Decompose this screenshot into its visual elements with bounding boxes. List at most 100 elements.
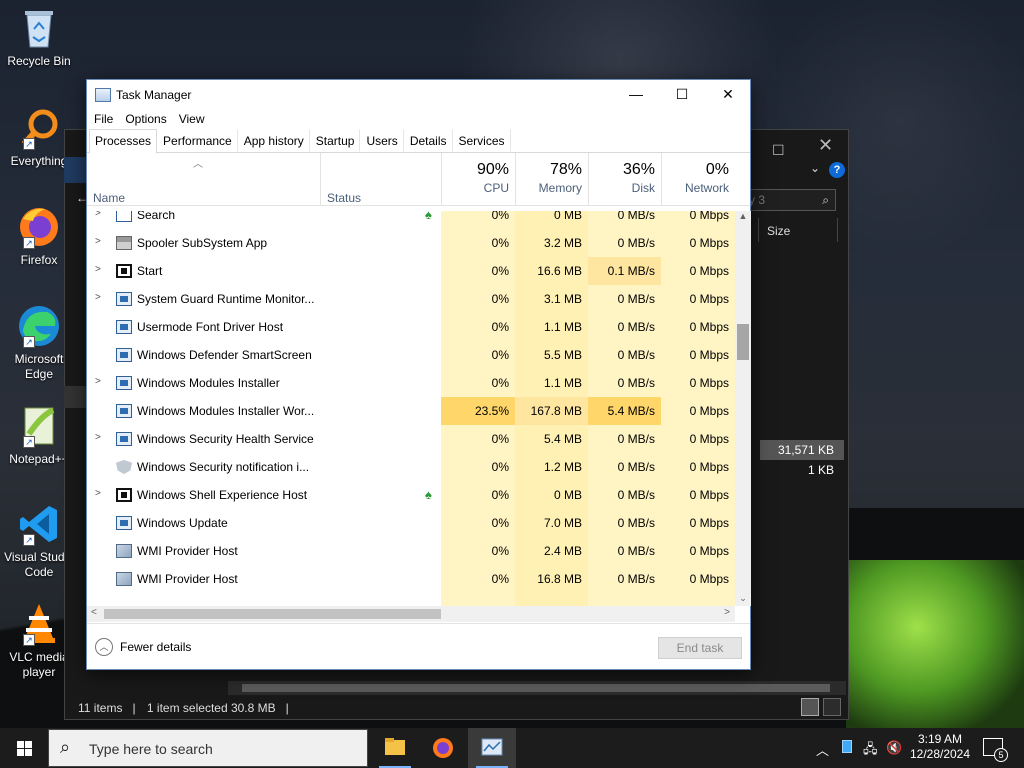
task-manager-footer: ︿ Fewer details End task bbox=[87, 623, 750, 670]
scroll-right-icon[interactable]: > bbox=[724, 607, 730, 618]
explorer-search-text: y 3 bbox=[749, 193, 766, 207]
task-manager-window[interactable]: Task Manager — ☐ ✕ File Options View Pro… bbox=[86, 79, 751, 670]
disk-cell: 0 MB/s bbox=[588, 369, 661, 397]
expand-chevron-icon[interactable]: > bbox=[95, 376, 101, 387]
start-button[interactable] bbox=[0, 728, 48, 768]
tab-performance[interactable]: Performance bbox=[157, 129, 238, 152]
column-memory[interactable]: 78% Memory bbox=[515, 153, 588, 206]
cpu-cell: 0% bbox=[441, 257, 515, 285]
desktop-icon-recycle-bin[interactable]: Recycle Bin bbox=[4, 6, 74, 69]
scrollbar-thumb[interactable] bbox=[104, 609, 441, 619]
tab-processes[interactable]: Processes bbox=[89, 129, 158, 154]
maximize-button[interactable]: ☐ bbox=[659, 80, 705, 109]
device-icon[interactable] bbox=[842, 740, 852, 753]
memory-cell: 16.8 MB bbox=[515, 565, 588, 593]
explorer-maximize-icon[interactable]: ☐ bbox=[772, 142, 785, 159]
table-row[interactable]: Windows Update 0% 7.0 MB 0 MB/s 0 Mbps bbox=[87, 509, 735, 537]
column-network[interactable]: 0% Network bbox=[661, 153, 735, 206]
expand-chevron-icon[interactable]: > bbox=[95, 292, 101, 303]
menu-file[interactable]: File bbox=[94, 112, 113, 126]
title-bar[interactable]: Task Manager — ☐ ✕ bbox=[87, 80, 750, 109]
table-row[interactable]: > Windows Security Health Service 0% 5.4… bbox=[87, 425, 735, 453]
tab-app-history[interactable]: App history bbox=[238, 129, 310, 152]
disk-cell: 0 MB/s bbox=[588, 509, 661, 537]
column-cpu[interactable]: 90% CPU bbox=[441, 153, 515, 206]
taskbar-task-manager[interactable] bbox=[468, 728, 516, 768]
network-cell: 0 Mbps bbox=[661, 425, 735, 453]
menu-options[interactable]: Options bbox=[125, 112, 166, 126]
explorer-size-cell[interactable]: 1 KB bbox=[760, 461, 844, 479]
scroll-up-icon[interactable]: ▲ bbox=[735, 211, 751, 221]
explorer-size-header[interactable]: Size bbox=[758, 218, 838, 242]
table-row[interactable]: Windows Modules Installer Wor... 23.5% 1… bbox=[87, 397, 735, 425]
column-divider bbox=[320, 153, 321, 206]
shell-host-icon bbox=[116, 488, 132, 502]
expand-chevron-icon[interactable]: > bbox=[95, 488, 101, 499]
help-icon[interactable]: ? bbox=[829, 162, 845, 178]
process-list[interactable]: > Search ♠ 0% 0 MB 0 MB/s 0 Mbps > Spool… bbox=[87, 211, 735, 606]
disk-cell: 0 MB/s bbox=[588, 537, 661, 565]
taskbar-firefox[interactable] bbox=[419, 728, 467, 768]
memory-cell: 16.6 MB bbox=[515, 257, 588, 285]
table-row[interactable]: Windows Security notification i... 0% 1.… bbox=[87, 453, 735, 481]
explorer-close-icon[interactable]: ✕ bbox=[818, 135, 833, 156]
table-row[interactable]: > Search ♠ 0% 0 MB 0 MB/s 0 Mbps bbox=[87, 211, 735, 229]
expand-chevron-icon[interactable]: > bbox=[95, 432, 101, 443]
horizontal-scrollbar[interactable]: < > bbox=[87, 606, 735, 622]
search-icon: ⌕ bbox=[60, 737, 71, 757]
table-row[interactable]: Windows Defender SmartScreen 0% 5.5 MB 0… bbox=[87, 341, 735, 369]
table-row[interactable]: > Windows Modules Installer 0% 1.1 MB 0 … bbox=[87, 369, 735, 397]
column-name[interactable]: Name bbox=[93, 191, 125, 205]
chevron-down-icon[interactable]: ⌄ bbox=[810, 161, 820, 175]
expand-chevron-icon[interactable]: > bbox=[95, 211, 101, 219]
explorer-horizontal-scrollbar[interactable] bbox=[228, 681, 846, 695]
desktop-icon-label: Everything bbox=[10, 154, 68, 168]
system-clock[interactable]: 3:19 AM 12/28/2024 bbox=[905, 732, 975, 762]
explorer-search-input[interactable]: y 3 ⌕ bbox=[742, 189, 836, 211]
minimize-button[interactable]: — bbox=[613, 80, 659, 109]
chevron-up-icon[interactable]: ︿ bbox=[816, 740, 829, 759]
network-disconnected-icon[interactable]: 🖧 bbox=[863, 740, 878, 762]
table-row[interactable]: > Spooler SubSystem App 0% 3.2 MB 0 MB/s… bbox=[87, 229, 735, 257]
fewer-details-link[interactable]: Fewer details bbox=[120, 640, 191, 654]
tab-services[interactable]: Services bbox=[453, 129, 511, 152]
close-button[interactable]: ✕ bbox=[705, 80, 751, 109]
suspended-leaf-icon: ♠ bbox=[425, 487, 432, 502]
memory-cell: 1.1 MB bbox=[515, 313, 588, 341]
network-cell: 0 Mbps bbox=[661, 369, 735, 397]
memory-cell: 1.1 MB bbox=[515, 369, 588, 397]
explorer-size-cell[interactable]: 31,571 KB bbox=[760, 440, 844, 460]
clock-date: 12/28/2024 bbox=[909, 747, 971, 761]
tab-details[interactable]: Details bbox=[404, 129, 453, 152]
table-row[interactable]: WMI Provider Host 0% 16.8 MB 0 MB/s 0 Mb… bbox=[87, 565, 735, 593]
table-row[interactable]: > Start 0% 16.6 MB 0.1 MB/s 0 Mbps bbox=[87, 257, 735, 285]
large-icons-view-icon[interactable] bbox=[823, 698, 841, 716]
vertical-scrollbar[interactable]: ▲ ⌄ bbox=[735, 211, 751, 606]
tab-startup[interactable]: Startup bbox=[310, 129, 361, 152]
table-row[interactable]: > System Guard Runtime Monitor... 0% 3.1… bbox=[87, 285, 735, 313]
expand-chevron-icon[interactable]: > bbox=[95, 236, 101, 247]
table-row[interactable]: WMI Provider Host 0% 2.4 MB 0 MB/s 0 Mbp… bbox=[87, 537, 735, 565]
process-name: Windows Shell Experience Host bbox=[137, 488, 308, 502]
menu-view[interactable]: View bbox=[179, 112, 205, 126]
process-name: Windows Modules Installer bbox=[137, 376, 280, 390]
scroll-down-icon[interactable]: ⌄ bbox=[735, 593, 751, 604]
tab-users[interactable]: Users bbox=[360, 129, 404, 152]
details-view-icon[interactable] bbox=[801, 698, 819, 716]
taskbar-search-input[interactable]: ⌕ Type here to search bbox=[48, 729, 368, 767]
scroll-left-icon[interactable]: < bbox=[91, 607, 97, 618]
service-icon bbox=[116, 432, 132, 446]
chevron-up-icon[interactable]: ︿ bbox=[95, 638, 113, 656]
volume-muted-icon[interactable]: 🔇 bbox=[886, 740, 902, 756]
table-row[interactable]: > Windows Shell Experience Host ♠ 0% 0 M… bbox=[87, 481, 735, 509]
column-disk[interactable]: 36% Disk bbox=[588, 153, 661, 206]
taskbar-file-explorer[interactable] bbox=[371, 728, 419, 768]
end-task-button[interactable]: End task bbox=[658, 637, 742, 659]
process-name: Windows Security notification i... bbox=[137, 460, 310, 474]
table-row[interactable]: Usermode Font Driver Host 0% 1.1 MB 0 MB… bbox=[87, 313, 735, 341]
scrollbar-thumb[interactable] bbox=[737, 324, 749, 360]
scrollbar-thumb[interactable] bbox=[242, 684, 830, 692]
column-status[interactable]: Status bbox=[327, 191, 361, 205]
shortcut-arrow-icon: ↗ bbox=[23, 634, 35, 646]
expand-chevron-icon[interactable]: > bbox=[95, 264, 101, 275]
